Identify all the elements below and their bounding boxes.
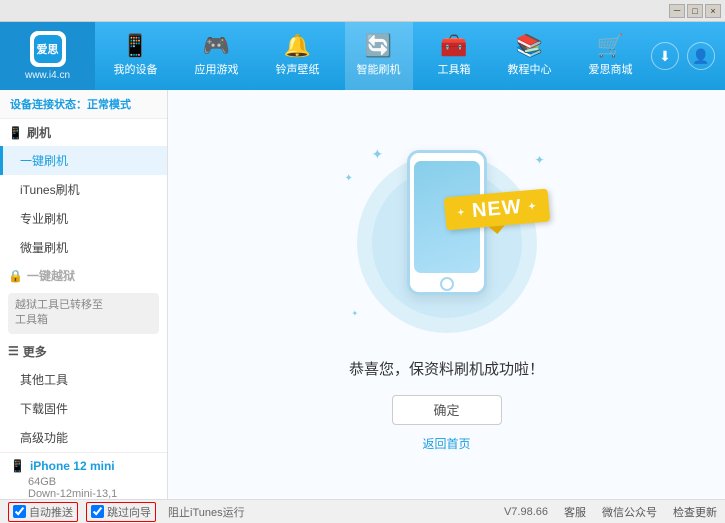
download-button[interactable]: ⬇ <box>651 42 679 70</box>
section-more-header: ☰ 更多 <box>0 338 167 365</box>
skip-guide-checkbox-label[interactable]: 跳过向导 <box>86 502 156 522</box>
sidebar-item-pro-flash[interactable]: 专业刷机 <box>0 204 167 233</box>
smart-flash-icon: 🔄 <box>365 35 392 57</box>
nav-item-ringtone-label: 铃声壁纸 <box>276 61 320 77</box>
tutorial-icon: 📚 <box>516 35 543 57</box>
check-update-link[interactable]: 检查更新 <box>673 504 717 520</box>
lock-icon: 🔒 <box>8 269 23 283</box>
section-jailbreak-header: 🔒 一键越狱 <box>0 262 167 289</box>
logo[interactable]: 爱思 www.i4.cn <box>0 22 95 90</box>
ringtone-icon: 🔔 <box>284 35 311 57</box>
my-device-icon: 📱 <box>122 35 149 57</box>
sparkle-2: ✦ <box>345 173 353 184</box>
version: V7.98.66 <box>504 506 548 518</box>
skip-guide-label: 跳过向导 <box>107 504 151 520</box>
nav-item-my-device[interactable]: 📱 我的设备 <box>102 22 170 90</box>
sidebar: 设备连接状态：正常模式 📱 刷机 一键刷机 iTunes刷机 专业刷机 微量刷机… <box>0 90 168 499</box>
nav-item-my-device-label: 我的设备 <box>114 61 158 77</box>
bottom-bar: 自动推送 跳过向导 阻止iTunes运行 V7.98.66 客服 微信公众号 检… <box>0 499 725 523</box>
main-content: ✦ NEW ✦ ✦ ✦ ✦ ✦ 恭喜您，保资料刷机成功啦！ 确定 返回首页 <box>168 90 725 499</box>
device-storage: 64GB <box>10 476 157 488</box>
sidebar-item-advanced[interactable]: 高级功能 <box>0 423 167 452</box>
maximize-button[interactable]: □ <box>687 4 703 18</box>
customer-service-link[interactable]: 客服 <box>564 504 586 520</box>
skip-guide-checkbox[interactable] <box>91 505 104 518</box>
sparkle-3: ✦ <box>534 153 544 167</box>
sidebar-item-download-firmware[interactable]: 下载固件 <box>0 394 167 423</box>
content-wrapper: 设备连接状态：正常模式 📱 刷机 一键刷机 iTunes刷机 专业刷机 微量刷机… <box>0 90 725 499</box>
device-version: Down-12mini-13,1 <box>10 488 157 499</box>
nav-item-tutorial-label: 教程中心 <box>508 61 552 77</box>
new-banner: ✦ NEW ✦ <box>443 188 549 230</box>
nav-item-tutorial[interactable]: 📚 教程中心 <box>496 22 564 90</box>
success-illustration: ✦ NEW ✦ ✦ ✦ ✦ ✦ <box>337 138 557 348</box>
nav-item-ringtone[interactable]: 🔔 铃声壁纸 <box>264 22 332 90</box>
sparkle-4: ✦ <box>352 309 359 318</box>
section-flash-header: 📱 刷机 <box>0 119 167 146</box>
nav-item-mall-label: 爱思商城 <box>589 61 633 77</box>
user-button[interactable]: 👤 <box>687 42 715 70</box>
section-flash-label: 刷机 <box>27 124 51 141</box>
auto-push-checkbox[interactable] <box>13 505 26 518</box>
success-message: 恭喜您，保资料刷机成功啦！ <box>349 358 544 379</box>
section-jailbreak-label: 一键越狱 <box>27 267 75 284</box>
sidebar-status: 设备连接状态：正常模式 <box>0 90 167 119</box>
nav-item-smart-flash-label: 智能刷机 <box>357 61 401 77</box>
jailbreak-notice: 越狱工具已转移至工具箱 <box>8 293 159 334</box>
apps-games-icon: 🎮 <box>203 35 230 57</box>
sparkle-1: ✦ <box>372 146 384 163</box>
more-icon: ☰ <box>8 344 19 358</box>
auto-push-checkbox-label[interactable]: 自动推送 <box>8 502 78 522</box>
device-icon: 📱 <box>10 459 25 473</box>
toolbox-icon: 🧰 <box>440 35 467 57</box>
status-value: 正常模式 <box>87 99 131 111</box>
nav-item-apps-games-label: 应用游戏 <box>195 61 239 77</box>
auto-push-label: 自动推送 <box>29 504 73 520</box>
nav-item-mall[interactable]: 🛒 爱思商城 <box>577 22 645 90</box>
sidebar-item-itunes-flash[interactable]: iTunes刷机 <box>0 175 167 204</box>
sidebar-item-one-key-flash[interactable]: 一键刷机 <box>0 146 167 175</box>
device-info-section: 📱 iPhone 12 mini 64GB Down-12mini-13,1 <box>0 452 167 499</box>
new-banner-wrapper: ✦ NEW ✦ <box>445 193 549 226</box>
bottom-bar-left: 自动推送 跳过向导 阻止iTunes运行 <box>8 502 504 522</box>
section-more-label: 更多 <box>23 343 47 360</box>
close-button[interactable]: × <box>705 4 721 18</box>
top-nav: 爱思 www.i4.cn 📱 我的设备 🎮 应用游戏 🔔 铃声壁纸 🔄 智能刷机… <box>0 22 725 90</box>
mall-icon: 🛒 <box>597 35 624 57</box>
status-label: 设备连接状态： <box>10 99 87 111</box>
logo-icon: 爱思 <box>30 31 66 67</box>
sidebar-item-micro-flash[interactable]: 微量刷机 <box>0 233 167 262</box>
nav-item-smart-flash[interactable]: 🔄 智能刷机 <box>345 22 413 90</box>
banner-pointer <box>488 225 505 234</box>
confirm-button[interactable]: 确定 <box>392 395 502 425</box>
nav-item-toolbox-label: 工具箱 <box>438 61 471 77</box>
wechat-public-link[interactable]: 微信公众号 <box>602 504 657 520</box>
device-name: iPhone 12 mini <box>30 459 115 473</box>
title-bar: － □ × <box>0 0 725 22</box>
section-flash-icon: 📱 <box>8 126 23 140</box>
logo-url: www.i4.cn <box>25 70 70 81</box>
nav-item-toolbox[interactable]: 🧰 工具箱 <box>426 22 483 90</box>
itunes-running: 阻止iTunes运行 <box>168 504 245 520</box>
bottom-bar-right: V7.98.66 客服 微信公众号 检查更新 <box>504 504 717 520</box>
minimize-button[interactable]: － <box>669 4 685 18</box>
back-home-link[interactable]: 返回首页 <box>422 435 470 452</box>
phone-home-button <box>440 277 454 291</box>
nav-right: ⬇ 👤 <box>651 42 725 70</box>
sidebar-item-other-tools[interactable]: 其他工具 <box>0 365 167 394</box>
nav-items: 📱 我的设备 🎮 应用游戏 🔔 铃声壁纸 🔄 智能刷机 🧰 工具箱 📚 教程中心… <box>95 22 651 90</box>
nav-item-apps-games[interactable]: 🎮 应用游戏 <box>183 22 251 90</box>
